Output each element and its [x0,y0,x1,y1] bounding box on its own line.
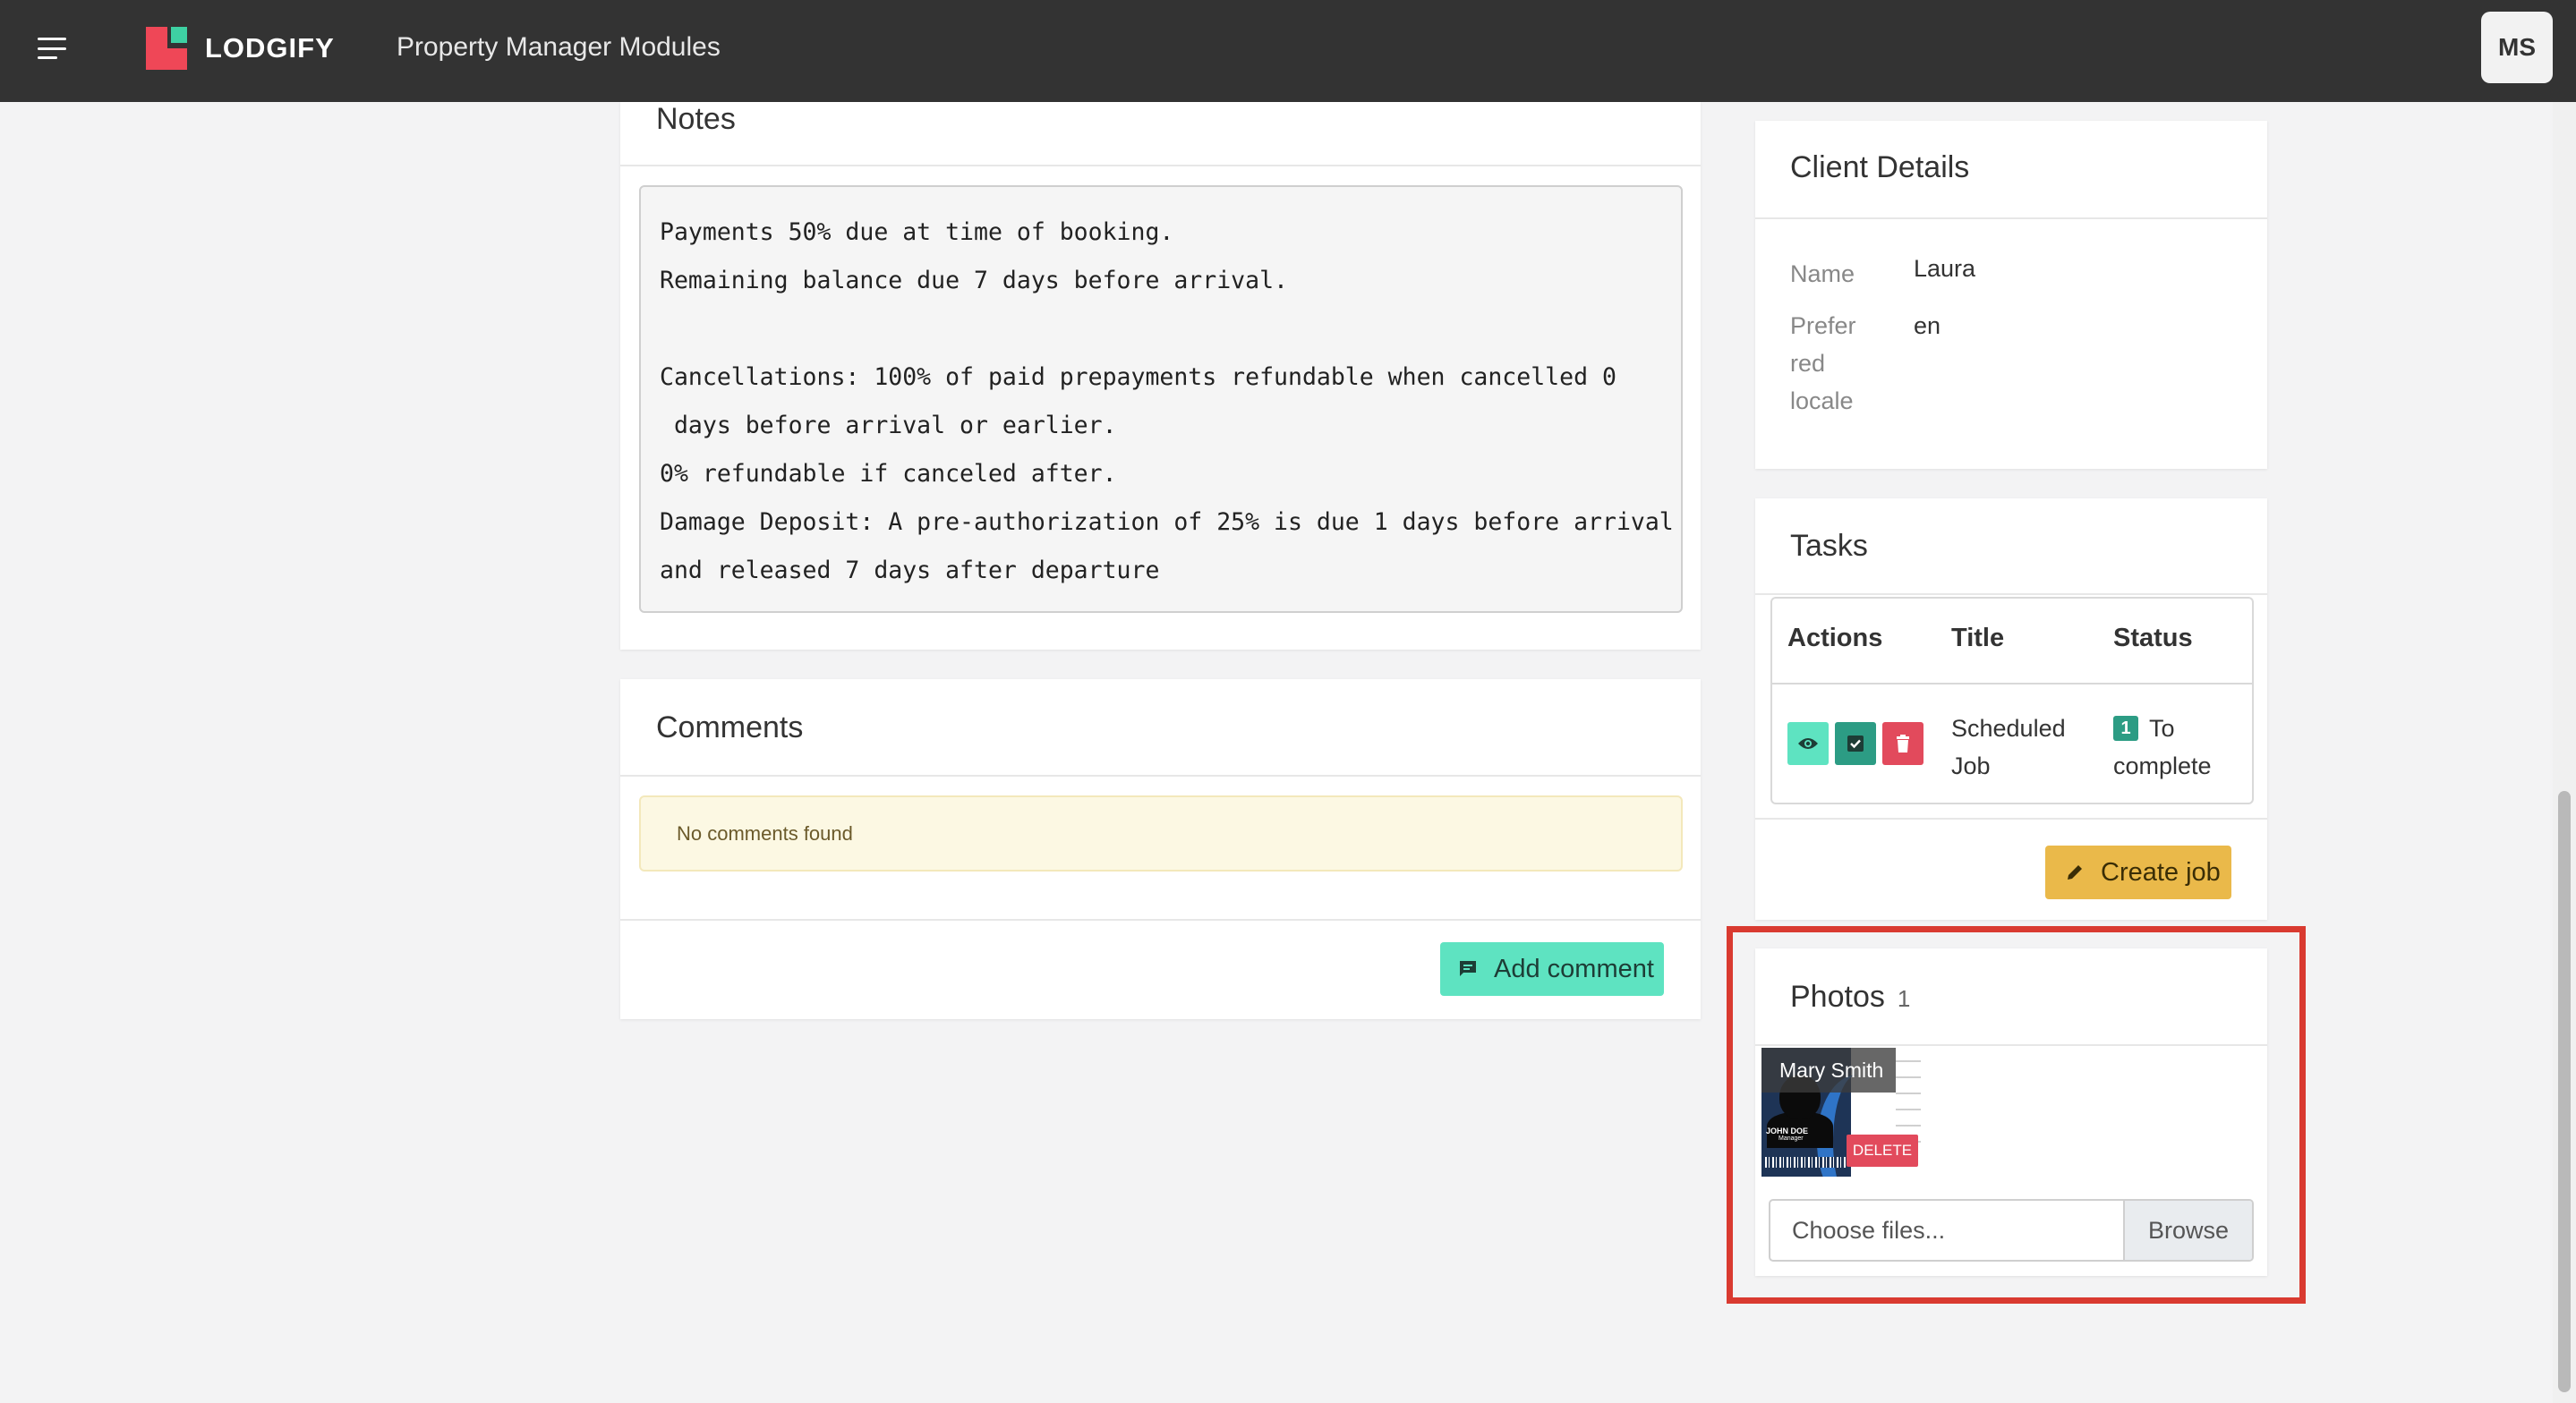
photos-title: Photos 1 [1790,980,1911,1014]
notes-line: and released 7 days after departure [660,557,1160,584]
app-title: Property Manager Modules [397,32,721,62]
photos-card: Photos 1 JOHN DOE Manager Mary Smith DELET… [1755,948,2267,1276]
column-header-actions: Actions [1787,624,1883,652]
notes-line: Remaining balance due 7 days before arri… [660,267,1288,294]
client-details-card: Client Details Name Laura Prefer red loc… [1755,121,2267,469]
pencil-icon [2065,863,2085,882]
create-job-button[interactable]: Create job [2045,846,2231,899]
id-card-text: JOHN DOE Manager [1766,1127,1809,1142]
no-comments-alert: No comments found [639,795,1683,872]
divider [1772,683,2252,684]
logo-text: LODGIFY [205,32,335,64]
notes-card: Notes Payments 50% due at time of bookin… [620,102,1701,650]
column-header-status: Status [2113,624,2193,652]
divider [620,919,1701,921]
add-comment-button[interactable]: Add comment [1440,942,1664,996]
divider [620,165,1701,166]
delete-task-button[interactable] [1882,722,1923,765]
delete-photo-button[interactable]: DELETE [1847,1135,1918,1167]
create-job-label: Create job [2101,857,2221,887]
notes-line: days before arrival or earlier. [660,412,1117,439]
trash-icon [1897,735,1909,753]
comments-card: Comments No comments found Add comment [620,679,1701,1019]
add-comment-label: Add comment [1494,954,1654,983]
scrollbar-thumb[interactable] [2558,791,2571,1392]
status-badge: 1 [2113,716,2138,741]
file-upload-input[interactable]: Choose files... Browse [1769,1199,2254,1262]
client-details-title: Client Details [1790,150,1970,184]
file-input-placeholder[interactable]: Choose files... [1770,1201,2123,1260]
client-name-label: Name [1790,260,1855,287]
divider [620,775,1701,777]
task-title-cell: Scheduled Job [1951,715,2066,779]
notes-line: 0% refundable if canceled after. [660,460,1117,488]
divider [1755,593,2267,595]
user-avatar[interactable]: MS [2481,12,2553,83]
tasks-card: Tasks Actions Title Status Scheduled Job… [1755,498,2267,920]
photo-caption: Mary Smith [1761,1048,1896,1093]
view-task-button[interactable] [1787,722,1829,765]
client-locale-label: Prefer red locale [1790,312,1856,414]
photo-thumbnail[interactable]: JOHN DOE Manager Mary Smith DELETE [1761,1048,1923,1177]
barcode-icon [1765,1157,1846,1168]
notes-line: Cancellations: 100% of paid prepayments … [660,363,1616,391]
menu-icon[interactable] [38,38,66,59]
tasks-title: Tasks [1790,529,1868,563]
comments-title: Comments [656,710,804,744]
notes-line: Payments 50% due at time of booking. [660,218,1174,246]
notes-text: Payments 50% due at time of booking. Rema… [639,185,1683,613]
divider [1755,1044,2267,1046]
divider [1755,217,2267,219]
top-navbar: LODGIFY Property Manager Modules MS [0,0,2576,102]
client-locale-value: en [1914,312,1941,339]
comment-icon [1458,959,1478,979]
tasks-table: Actions Title Status Scheduled Job 1 To c… [1770,597,2254,804]
notes-title: Notes [656,102,736,136]
notes-line: ​ [660,305,1681,353]
complete-task-button[interactable] [1835,722,1876,765]
column-header-title: Title [1951,624,2005,652]
checkbox-check-icon [1847,736,1864,752]
logo-mark-icon [146,27,187,70]
notes-line: Damage Deposit: A pre-authorization of 2… [660,508,1674,536]
browse-button[interactable]: Browse [2123,1201,2252,1260]
lodgify-logo[interactable]: LODGIFY [146,27,335,70]
photo-count: 1 [1897,985,1911,1012]
client-name-value: Laura [1914,255,1976,282]
eye-icon [1798,738,1818,749]
task-status-cell: 1 To complete [2113,715,2212,779]
divider [1755,818,2267,820]
